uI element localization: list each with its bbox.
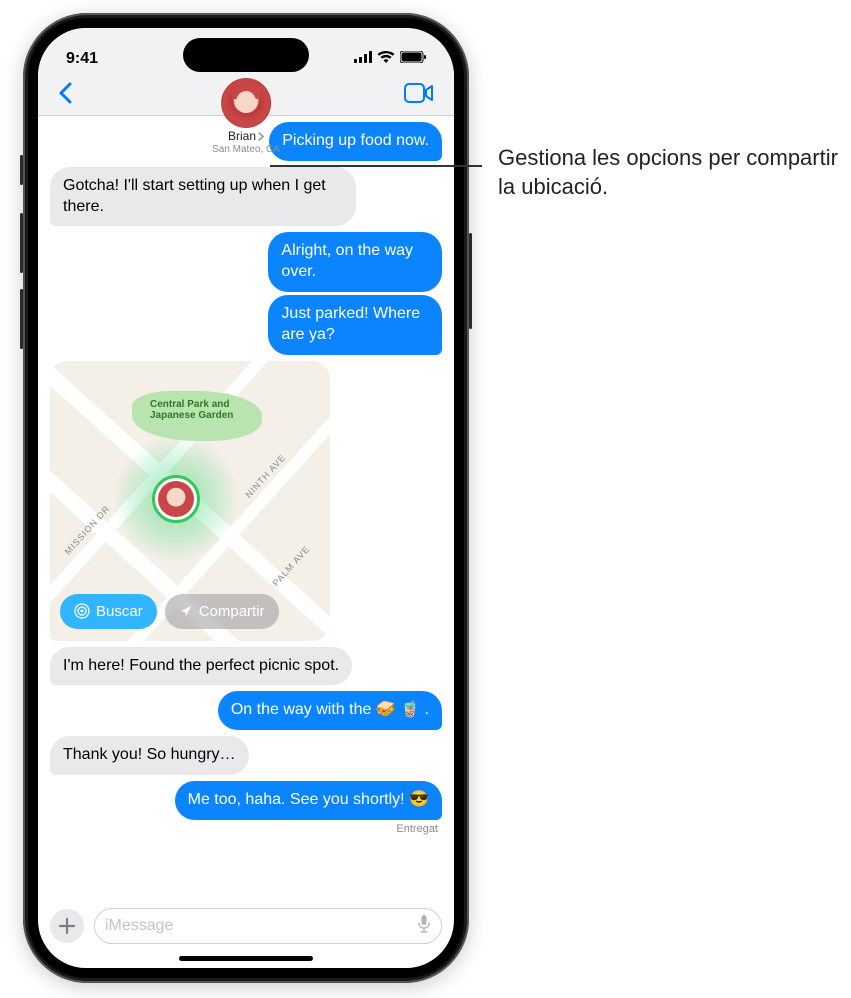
dictation-button[interactable] [417, 914, 431, 939]
phone-frame: 9:41 [23, 13, 469, 983]
status-time: 9:41 [66, 50, 98, 68]
contact-details-button[interactable]: Brian San Mateo, CA [212, 78, 280, 155]
mic-icon [417, 914, 431, 934]
messages-list[interactable]: Picking up food now. Gotcha! I'll start … [38, 116, 454, 902]
location-arrow-icon [179, 604, 193, 618]
plus-icon [58, 917, 76, 935]
message-sent[interactable]: Me too, haha. See you shortly! 😎 [175, 781, 442, 820]
phone-bezel: 9:41 [28, 18, 464, 978]
screen: 9:41 [38, 28, 454, 968]
location-pin [152, 475, 200, 523]
location-card[interactable]: Central Park and Japanese Garden NINTH A… [50, 361, 330, 641]
message-sent[interactable]: Alright, on the way over. [268, 232, 442, 292]
back-button[interactable] [52, 80, 78, 111]
message-sent[interactable]: Picking up food now. [269, 122, 442, 161]
avatar [221, 78, 271, 128]
volume-down-button[interactable] [20, 289, 23, 349]
share-location-button[interactable]: Compartir [165, 594, 279, 629]
power-button[interactable] [469, 233, 472, 329]
message-sent[interactable]: Just parked! Where are ya? [268, 295, 442, 355]
message-received[interactable]: Gotcha! I'll start setting up when I get… [50, 167, 356, 227]
findmy-icon [74, 603, 90, 619]
add-attachment-button[interactable] [50, 909, 84, 943]
message-sent[interactable]: On the way with the 🥪 🧋 . [218, 691, 442, 730]
cellular-icon [354, 50, 372, 68]
find-button[interactable]: Buscar [60, 594, 157, 629]
callout-leader-line [270, 165, 482, 167]
dynamic-island [183, 38, 309, 72]
callout-text: Gestiona les opcions per compartir la ub… [498, 144, 838, 201]
message-input[interactable]: iMessage [94, 908, 442, 944]
facetime-button[interactable] [398, 83, 440, 108]
message-received[interactable]: Thank you! So hungry… [50, 736, 249, 775]
input-placeholder: iMessage [105, 917, 173, 935]
map-park-label: Central Park and Japanese Garden [150, 399, 233, 421]
battery-icon [400, 50, 426, 68]
chevron-right-icon [258, 132, 264, 141]
contact-name: Brian [228, 129, 256, 143]
contact-location: San Mateo, CA [212, 144, 280, 155]
delivery-status: Entregat [396, 823, 442, 835]
conversation-header: Brian San Mateo, CA [38, 78, 454, 116]
volume-up-button[interactable] [20, 213, 23, 273]
home-indicator[interactable] [179, 956, 313, 961]
wifi-icon [377, 50, 395, 68]
message-received[interactable]: I'm here! Found the perfect picnic spot. [50, 647, 352, 686]
mute-switch[interactable] [20, 155, 23, 185]
